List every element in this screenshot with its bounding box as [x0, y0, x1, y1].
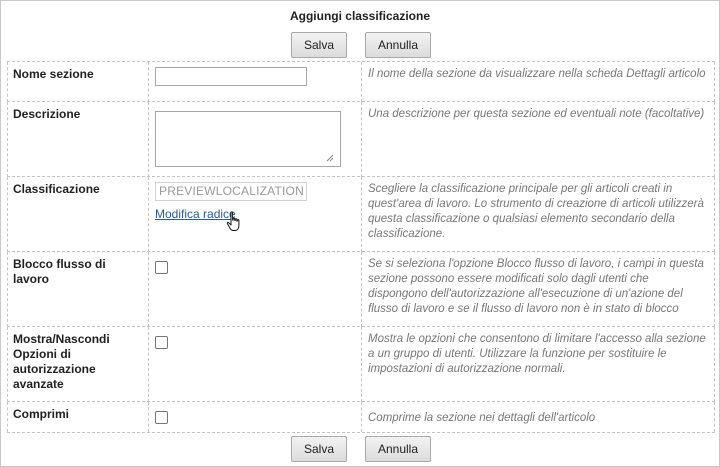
- save-button[interactable]: Salva: [291, 32, 347, 58]
- row-section-name: Nome sezione Il nome della sezione da vi…: [7, 61, 715, 102]
- row-workflow-lock: Blocco flusso di lavoro Se si seleziona …: [7, 251, 715, 327]
- description-help: Una descrizione per questa sezione ed ev…: [368, 108, 705, 120]
- collapse-help: Comprime la sezione nei dettagli dell'ar…: [368, 412, 596, 424]
- row-classification: Classificazione PREVIEWLOCALIZATION Modi…: [7, 176, 715, 252]
- collapse-label: Comprimi: [13, 407, 70, 421]
- row-description: Descrizione Una descrizione per questa s…: [7, 101, 715, 177]
- classification-value: PREVIEWLOCALIZATION: [155, 182, 307, 201]
- section-name-input[interactable]: [155, 67, 307, 86]
- workflow-lock-label: Blocco flusso di lavoro: [13, 257, 106, 286]
- save-button-bottom[interactable]: Salva: [291, 436, 347, 462]
- row-collapse: Comprimi Comprime la sezione nei dettagl…: [7, 401, 715, 433]
- section-name-label: Nome sezione: [13, 67, 94, 81]
- resize-grip-icon[interactable]: [326, 154, 334, 162]
- workflow-lock-checkbox[interactable]: [155, 261, 168, 274]
- top-button-bar: Salva Annulla: [1, 32, 719, 58]
- classification-label: Classificazione: [13, 182, 100, 196]
- section-name-help: Il nome della sezione da visualizzare ne…: [368, 68, 706, 80]
- cancel-button[interactable]: Annulla: [365, 32, 431, 58]
- workflow-lock-help: Se si seleziona l'opzione Blocco flusso …: [368, 258, 704, 315]
- advanced-permissions-label: Mostra/Nascondi Opzioni di autorizzazion…: [13, 332, 110, 391]
- collapse-checkbox[interactable]: [155, 411, 168, 424]
- description-textarea[interactable]: [155, 111, 341, 167]
- classification-help: Scegliere la classificazione principale …: [368, 183, 704, 240]
- hand-cursor-icon: [226, 211, 240, 231]
- add-classification-dialog: Aggiungi classificazione Salva Annulla N…: [0, 0, 720, 467]
- row-advanced-permissions: Mostra/Nascondi Opzioni di autorizzazion…: [7, 326, 715, 402]
- description-label: Descrizione: [13, 107, 81, 121]
- bottom-button-bar: Salva Annulla: [1, 436, 719, 462]
- dialog-title: Aggiungi classificazione: [289, 9, 431, 23]
- advanced-permissions-checkbox[interactable]: [155, 336, 168, 349]
- edit-root-link[interactable]: Modifica radice: [155, 207, 236, 221]
- advanced-permissions-help: Mostra le opzioni che consentono di limi…: [368, 333, 706, 375]
- cancel-button-bottom[interactable]: Annulla: [365, 436, 431, 462]
